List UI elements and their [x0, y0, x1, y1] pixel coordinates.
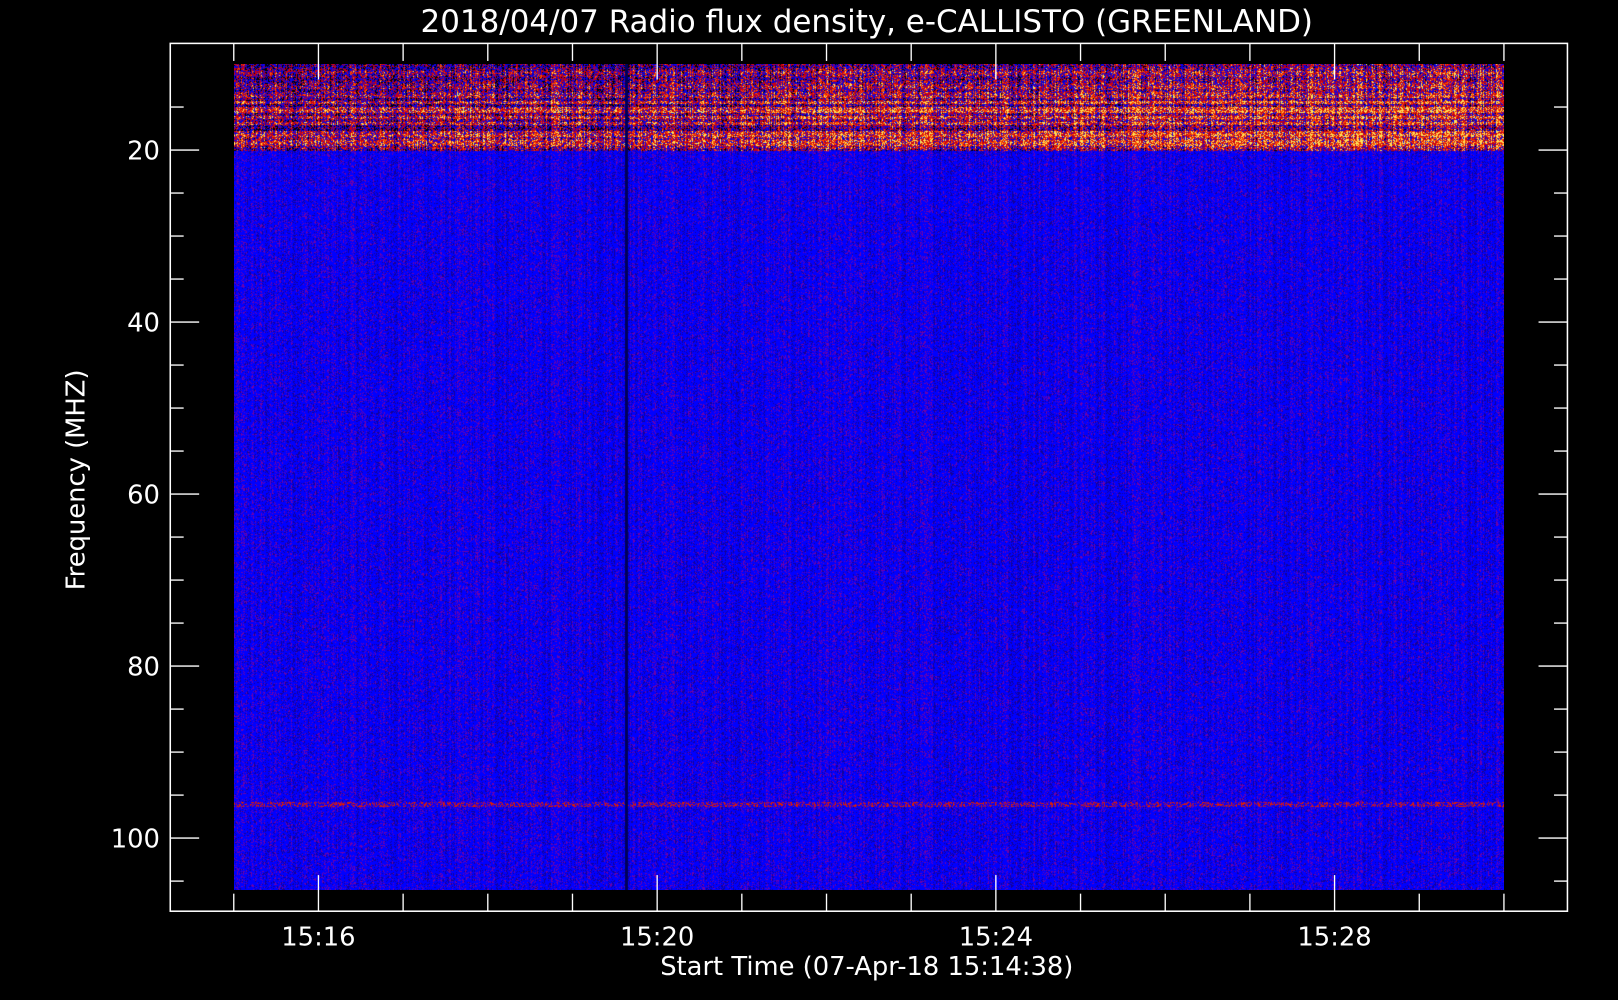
- y-tick-label: 20: [127, 136, 160, 166]
- axis-ticks: 15:16 15:20 15:24 15:28 20 40 60 80 100: [111, 43, 1568, 952]
- y-tick-label: 100: [111, 824, 160, 854]
- y-tick-label: 40: [127, 308, 160, 338]
- plot-frame: [169, 42, 1569, 912]
- x-tick-label: 15:16: [281, 922, 355, 952]
- y-axis-label: Frequency (MHZ): [62, 369, 92, 590]
- x-tick-label: 15:20: [620, 922, 694, 952]
- chart-title: 2018/04/07 Radio flux density, e-CALLIST…: [421, 4, 1313, 40]
- y-tick-label: 60: [127, 480, 160, 510]
- chart-axes: 2018/04/07 Radio flux density, e-CALLIST…: [62, 4, 1569, 982]
- spectrogram-figure: 2018/04/07 Radio flux density, e-CALLIST…: [0, 0, 1618, 1000]
- x-tick-label: 15:28: [1297, 922, 1371, 952]
- x-tick-label: 15:24: [959, 922, 1033, 952]
- x-axis-label: Start Time (07-Apr-18 15:14:38): [660, 952, 1073, 982]
- y-tick-label: 80: [127, 652, 160, 682]
